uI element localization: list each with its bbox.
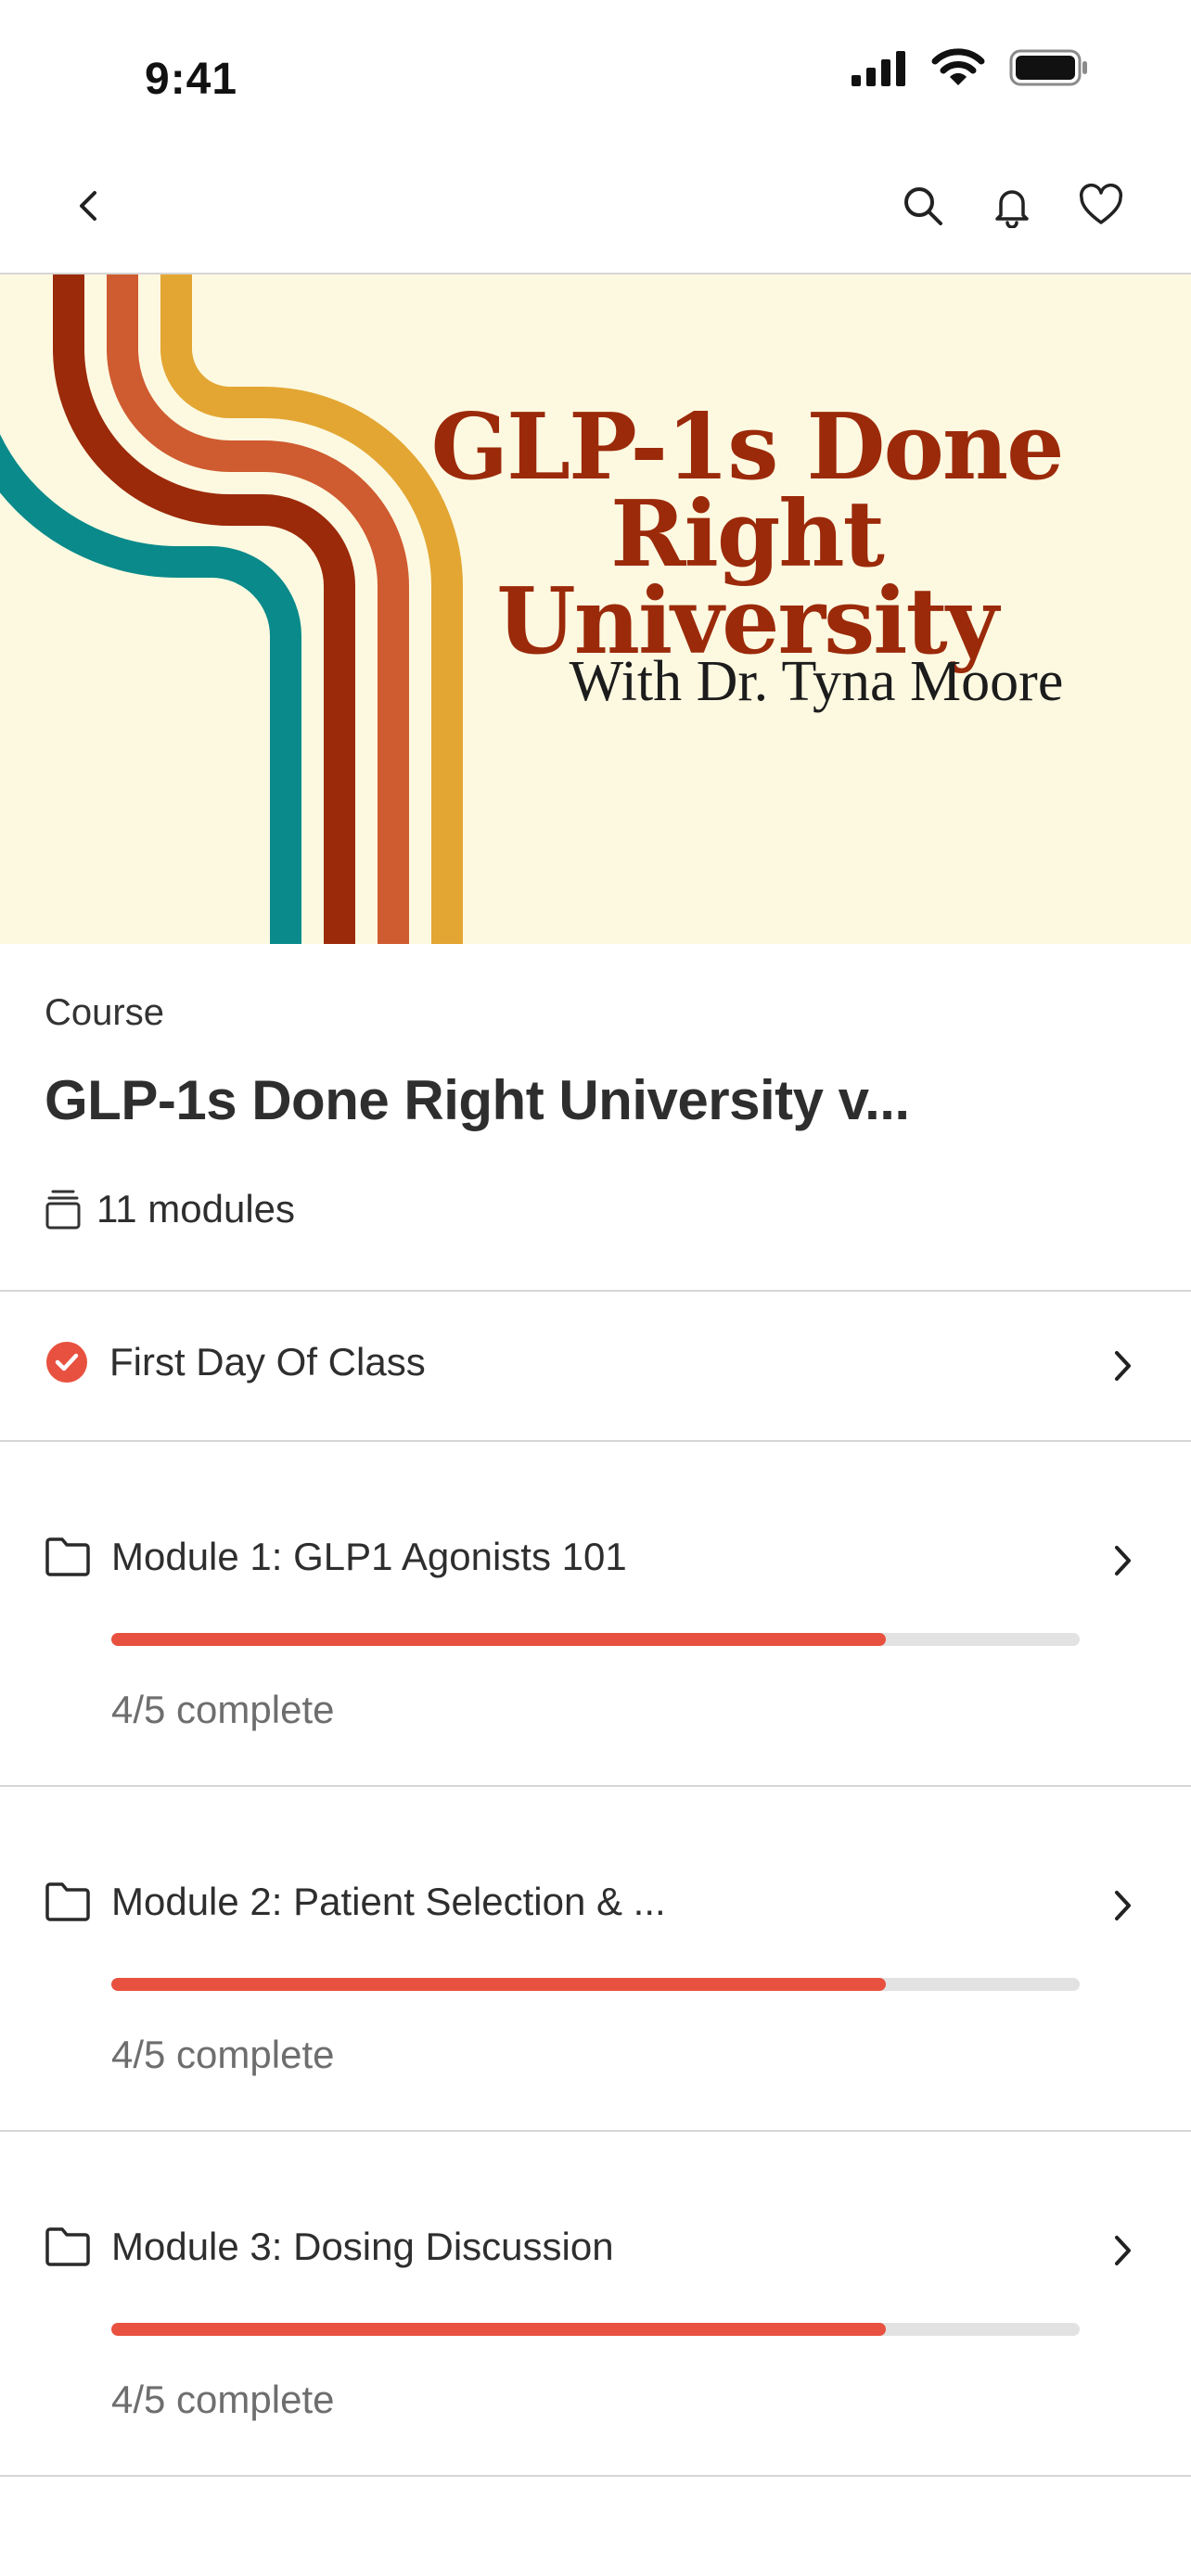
progress-bar xyxy=(111,1978,1080,1991)
list-item-label: Module 1: GLP1 Agonists 101 xyxy=(111,1535,627,1578)
status-time: 9:41 xyxy=(145,55,238,104)
search-button[interactable] xyxy=(886,169,960,243)
progress-bar-fill xyxy=(111,1978,887,1991)
list-item-header: Module 1: GLP1 Agonists 101 xyxy=(45,1535,627,1579)
chevron-right-icon xyxy=(1104,1542,1141,1579)
list-item-header: First Day Of Class xyxy=(45,1340,426,1384)
module-item-2[interactable]: Module 2: Patient Selection & ... 4/5 co… xyxy=(0,1787,1191,2130)
list-item-label: Module 3: Dosing Discussion xyxy=(111,2225,614,2268)
status-bar: 9:41 xyxy=(0,0,1191,139)
chevron-left-icon xyxy=(80,191,96,221)
battery-icon xyxy=(1009,49,1087,86)
course-info: Course GLP-1s Done Right University v...… xyxy=(45,992,1148,1231)
chevron-right-icon xyxy=(1104,2232,1141,2269)
progress-label: 4/5 complete xyxy=(111,1688,335,1731)
check-circle-icon xyxy=(46,1342,87,1383)
cover-title: GLP-1s Done Right University xyxy=(343,394,1150,668)
cellular-signal-icon xyxy=(852,51,905,86)
search-icon xyxy=(904,187,942,225)
chevron-right-icon xyxy=(1104,1887,1141,1924)
list-item-label: First Day Of Class xyxy=(109,1340,426,1384)
stack-icon xyxy=(45,1190,81,1230)
back-button[interactable] xyxy=(52,169,126,243)
notifications-button[interactable] xyxy=(975,169,1049,243)
chevron-right-icon xyxy=(1104,1347,1141,1384)
modules-count-label: 11 modules xyxy=(96,1187,296,1231)
list-item-header: Module 2: Patient Selection & ... xyxy=(45,1880,666,1924)
progress-bar-fill xyxy=(111,2323,887,2336)
bell-icon xyxy=(995,190,1029,228)
progress-label: 4/5 complete xyxy=(111,2378,335,2421)
heart-icon xyxy=(1079,184,1123,224)
divider xyxy=(0,2475,1191,2477)
list-item-label: Module 2: Patient Selection & ... xyxy=(111,1880,666,1923)
folder-icon xyxy=(45,1882,90,1921)
progress-label: 4/5 complete xyxy=(111,2033,335,2076)
top-navigation-bar xyxy=(0,139,1191,274)
progress-bar xyxy=(111,2323,1080,2336)
folder-icon xyxy=(45,1537,90,1576)
list-item-header: Module 3: Dosing Discussion xyxy=(45,2225,614,2269)
folder-icon xyxy=(45,2227,90,2266)
cover-title-line-1: GLP-1s Done Right xyxy=(430,394,1064,588)
favorite-button[interactable] xyxy=(1064,169,1138,243)
list-item-first-day[interactable]: First Day Of Class xyxy=(0,1292,1191,1440)
wifi-icon xyxy=(931,48,985,85)
modules-count: 11 modules xyxy=(45,1187,295,1231)
status-icons xyxy=(850,48,1089,87)
course-cover-image: GLP-1s Done Right University With Dr. Ty… xyxy=(0,274,1191,944)
course-title: GLP-1s Done Right University v... xyxy=(45,1069,910,1131)
course-type-label: Course xyxy=(45,992,164,1033)
progress-bar xyxy=(111,1633,1080,1646)
module-item-3[interactable]: Module 3: Dosing Discussion 4/5 complete xyxy=(0,2132,1191,2475)
cover-subtitle: With Dr. Tyna Moore xyxy=(569,650,1064,713)
progress-bar-fill xyxy=(111,1633,887,1646)
module-item-1[interactable]: Module 1: GLP1 Agonists 101 4/5 complete xyxy=(0,1442,1191,1785)
